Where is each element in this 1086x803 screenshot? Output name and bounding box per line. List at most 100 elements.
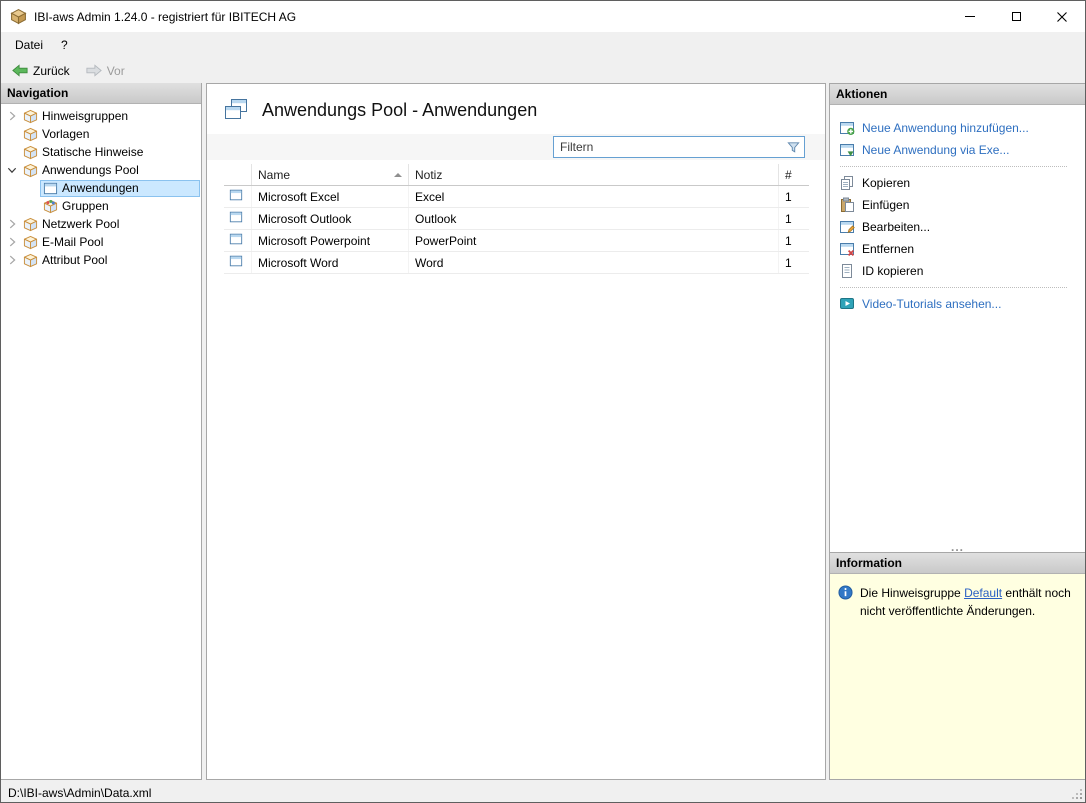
action-label: Einfügen bbox=[862, 198, 910, 212]
menu-bar: Datei ? bbox=[1, 32, 1085, 58]
sidebar-item-label: E-Mail Pool bbox=[42, 235, 104, 249]
box-group-icon bbox=[43, 199, 58, 214]
back-button[interactable]: Zurück bbox=[6, 62, 76, 80]
window-icon bbox=[43, 181, 58, 196]
forward-button[interactable]: Vor bbox=[80, 62, 131, 80]
sidebar-item-label: Statische Hinweise bbox=[42, 145, 144, 159]
action-entfernen[interactable]: Entfernen bbox=[839, 238, 1077, 260]
action-einfuegen[interactable]: Einfügen bbox=[839, 194, 1077, 216]
window-icon bbox=[229, 188, 243, 205]
column-header-name[interactable]: Name bbox=[252, 164, 409, 185]
action-kopieren[interactable]: Kopieren bbox=[839, 172, 1077, 194]
menu-help[interactable]: ? bbox=[52, 35, 77, 55]
table-row[interactable]: Microsoft Excel Excel 1 bbox=[224, 186, 809, 208]
window-exe-icon bbox=[839, 142, 855, 158]
chevron-right-icon[interactable] bbox=[4, 252, 20, 268]
forward-arrow-icon bbox=[86, 64, 102, 77]
close-button[interactable] bbox=[1039, 1, 1085, 32]
cell-count: 1 bbox=[785, 233, 792, 248]
action-label: Neue Anwendung hinzufügen... bbox=[862, 121, 1029, 135]
paste-icon bbox=[839, 197, 855, 213]
action-video-tutorials[interactable]: Video-Tutorials ansehen... bbox=[839, 293, 1077, 315]
table-row[interactable]: Microsoft Powerpoint PowerPoint 1 bbox=[224, 230, 809, 252]
right-column: Aktionen Neue Anwendung hinzufügen... Ne… bbox=[829, 83, 1085, 780]
action-bearbeiten[interactable]: Bearbeiten... bbox=[839, 216, 1077, 238]
maximize-icon bbox=[1011, 12, 1021, 21]
main-panel: Anwendungs Pool - Anwendungen Name Notiz bbox=[206, 83, 826, 780]
action-neue-anwendung-via-exe[interactable]: Neue Anwendung via Exe... bbox=[839, 139, 1077, 161]
sidebar-item-label: Netzwerk Pool bbox=[42, 217, 120, 231]
sidebar-item-label: Anwendungs Pool bbox=[42, 163, 139, 177]
sidebar-item-label: Anwendungen bbox=[62, 181, 139, 195]
sidebar-item-hinweisgruppen[interactable]: Hinweisgruppen bbox=[1, 107, 201, 125]
column-label: Name bbox=[258, 167, 291, 182]
action-label: Neue Anwendung via Exe... bbox=[862, 143, 1010, 157]
actions-header: Aktionen bbox=[830, 84, 1085, 105]
filter-input[interactable] bbox=[554, 140, 784, 154]
sidebar-item-anwendungen[interactable]: Anwendungen bbox=[1, 179, 201, 197]
data-file-path: D:\IBI-aws\Admin\Data.xml bbox=[8, 786, 152, 800]
default-group-link[interactable]: Default bbox=[964, 586, 1002, 600]
chevron-right-icon[interactable] bbox=[4, 108, 20, 124]
video-icon bbox=[839, 296, 855, 312]
title-bar[interactable]: IBI-aws Admin 1.24.0 - registriert für I… bbox=[1, 1, 1085, 32]
sidebar-item-email-pool[interactable]: E-Mail Pool bbox=[1, 233, 201, 251]
sidebar-item-vorlagen[interactable]: Vorlagen bbox=[1, 125, 201, 143]
info-text-before: Die Hinweisgruppe bbox=[860, 586, 965, 600]
cell-notiz: Excel bbox=[409, 186, 779, 207]
box-icon bbox=[23, 109, 38, 124]
maximize-button[interactable] bbox=[993, 1, 1039, 32]
column-header-notiz[interactable]: Notiz bbox=[409, 164, 779, 185]
close-icon bbox=[1057, 12, 1067, 22]
menu-datei[interactable]: Datei bbox=[6, 35, 52, 55]
navigation-panel: Navigation Hinweisgruppen Vorlagen Stati… bbox=[1, 83, 202, 780]
page-title: Anwendungs Pool - Anwendungen bbox=[262, 99, 538, 120]
box-icon bbox=[23, 127, 38, 142]
box-icon bbox=[23, 235, 38, 250]
funnel-icon[interactable] bbox=[784, 140, 802, 155]
sidebar-item-statische-hinweise[interactable]: Statische Hinweise bbox=[1, 143, 201, 161]
app-cube-icon bbox=[10, 8, 27, 25]
action-label: Bearbeiten... bbox=[862, 220, 931, 234]
sidebar-item-label: Gruppen bbox=[62, 199, 109, 213]
toolbar: Zurück Vor bbox=[1, 58, 1085, 83]
sidebar-item-attribut-pool[interactable]: Attribut Pool bbox=[1, 251, 201, 269]
information-header: Information bbox=[830, 553, 1085, 574]
action-neue-anwendung-hinzufuegen[interactable]: Neue Anwendung hinzufügen... bbox=[839, 117, 1077, 139]
status-bar: D:\IBI-aws\Admin\Data.xml bbox=[1, 784, 1085, 802]
info-text: Die Hinweisgruppe Default enthält noch n… bbox=[860, 584, 1077, 620]
cell-count: 1 bbox=[785, 211, 792, 226]
table-row[interactable]: Microsoft Word Word 1 bbox=[224, 252, 809, 274]
column-header-count[interactable]: # bbox=[779, 164, 809, 185]
forward-label: Vor bbox=[106, 63, 125, 78]
sidebar-item-netzwerk-pool[interactable]: Netzwerk Pool bbox=[1, 215, 201, 233]
cell-name: Microsoft Excel bbox=[252, 186, 409, 207]
filter-band bbox=[207, 134, 825, 160]
separator bbox=[840, 166, 1067, 167]
sidebar-item-anwendungs-pool[interactable]: Anwendungs Pool bbox=[1, 161, 201, 179]
action-label: Video-Tutorials ansehen... bbox=[862, 297, 1002, 311]
remove-icon bbox=[839, 241, 855, 257]
cell-count: 1 bbox=[785, 189, 792, 204]
chevron-right-icon[interactable] bbox=[4, 234, 20, 250]
navigation-header: Navigation bbox=[1, 83, 201, 104]
minimize-button[interactable] bbox=[947, 1, 993, 32]
info-message: Die Hinweisgruppe Default enthält noch n… bbox=[830, 574, 1085, 779]
box-icon bbox=[23, 217, 38, 232]
sidebar-item-gruppen[interactable]: Gruppen bbox=[1, 197, 201, 215]
chevron-down-icon[interactable] bbox=[4, 162, 20, 178]
table-header: Name Notiz # bbox=[224, 164, 809, 186]
content-area: Navigation Hinweisgruppen Vorlagen Stati… bbox=[1, 83, 1085, 784]
separator bbox=[840, 287, 1067, 288]
copy-icon bbox=[839, 175, 855, 191]
actions-resize-grip[interactable]: ... bbox=[830, 541, 1085, 553]
column-label: Notiz bbox=[415, 167, 443, 182]
action-label: Kopieren bbox=[862, 176, 911, 190]
sidebar-item-label: Attribut Pool bbox=[42, 253, 108, 267]
table-row[interactable]: Microsoft Outlook Outlook 1 bbox=[224, 208, 809, 230]
chevron-right-icon[interactable] bbox=[4, 216, 20, 232]
window-resize-grip[interactable] bbox=[1071, 788, 1083, 800]
cell-notiz: PowerPoint bbox=[409, 230, 779, 251]
action-id-kopieren[interactable]: ID kopieren bbox=[839, 260, 1077, 282]
